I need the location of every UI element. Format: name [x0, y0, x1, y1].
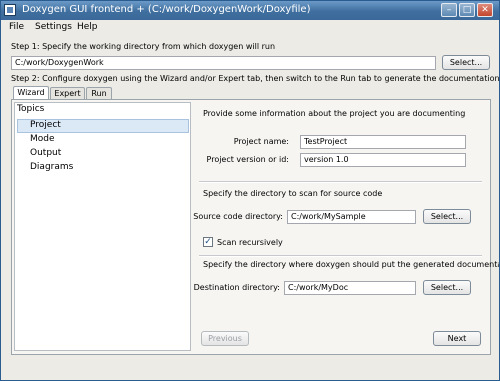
topic-project[interactable]: Project [30, 120, 61, 130]
title-bar[interactable]: Doxygen GUI frontend + (C:/work/DoxygenW… [1, 1, 499, 20]
close-button[interactable]: ✕ [477, 3, 493, 17]
topic-mode[interactable]: Mode [30, 134, 55, 144]
destination-directory-label: Destination directory: [193, 283, 280, 292]
source-directory-label: Source code directory: [193, 212, 283, 221]
source-section-label: Specify the directory to scan for source… [203, 189, 383, 198]
project-name-input[interactable]: TestProject [300, 135, 466, 149]
menu-file[interactable]: File [9, 22, 24, 32]
divider-bottom [199, 255, 482, 257]
menu-help[interactable]: Help [77, 22, 98, 32]
scan-recursively-label[interactable]: Scan recursively [217, 238, 283, 247]
app-icon [4, 4, 16, 16]
topic-diagrams[interactable]: Diagrams [30, 162, 73, 172]
project-intro-label: Provide some information about the proje… [203, 109, 466, 118]
project-version-label: Project version or id: [206, 155, 289, 164]
destination-section-label: Specify the directory where doxygen shou… [203, 260, 500, 269]
tab-run[interactable]: Run [86, 87, 112, 99]
minimize-button[interactable]: – [441, 3, 457, 17]
source-directory-input[interactable]: C:/work/MySample [287, 210, 416, 224]
topics-list: Topics Project Mode Output Diagrams [14, 102, 191, 351]
working-directory-input[interactable]: C:/work/DoxygenWork [11, 56, 436, 70]
topics-header: Topics [17, 104, 45, 114]
working-directory-select-button[interactable]: Select... [442, 55, 490, 70]
divider-top [199, 181, 482, 183]
menu-bar: File Settings Help [1, 20, 499, 35]
source-directory-select-button[interactable]: Select... [423, 209, 471, 224]
destination-directory-input[interactable]: C:/work/MyDoc [284, 281, 416, 295]
tab-wizard[interactable]: Wizard [13, 86, 49, 100]
app-window: Doxygen GUI frontend + (C:/work/DoxygenW… [0, 0, 500, 381]
scan-recursively-checkbox[interactable]: ✓ [203, 237, 213, 247]
step1-label: Step 1: Specify the working directory fr… [11, 42, 276, 51]
project-settings-panel: Provide some information about the proje… [193, 102, 499, 351]
next-button[interactable]: Next [433, 331, 481, 346]
window-title: Doxygen GUI frontend + (C:/work/DoxygenW… [22, 4, 311, 15]
topic-output[interactable]: Output [30, 148, 61, 158]
previous-button[interactable]: Previous [201, 331, 249, 346]
project-version-input[interactable]: version 1.0 [300, 153, 466, 167]
maximize-button[interactable]: □ [459, 3, 475, 17]
project-name-label: Project name: [233, 137, 289, 146]
destination-directory-select-button[interactable]: Select... [423, 280, 471, 295]
step2-label: Step 2: Configure doxygen using the Wiza… [11, 74, 500, 83]
menu-settings[interactable]: Settings [35, 22, 72, 32]
tab-expert[interactable]: Expert [50, 87, 85, 99]
